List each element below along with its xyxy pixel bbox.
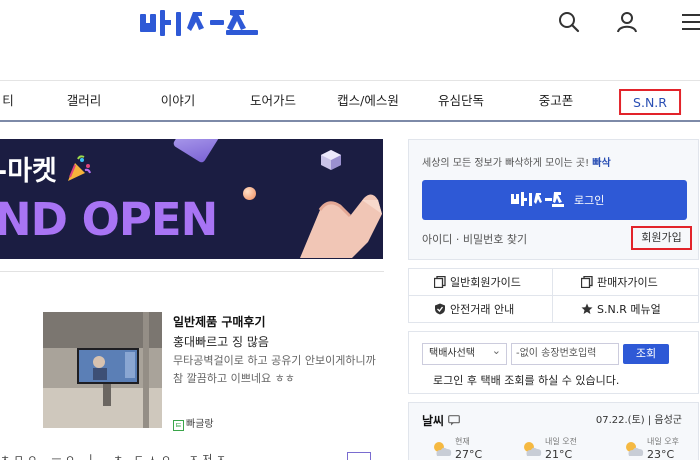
weather-tomorrow-am: 내일 오전 21°C [509, 436, 589, 460]
partly-cloudy-icon [626, 442, 644, 456]
tracking-note: 로그인 후 택배 조회를 하실 수 있습니다. [433, 374, 620, 387]
nav-item-usedphone[interactable]: 중고폰 [539, 81, 574, 121]
weather-date-location: 07.22.(토) | 음성군 [595, 415, 682, 426]
weather-title: 날씨 [422, 412, 461, 429]
review-source-name: 빠글랑 [186, 419, 214, 430]
partly-cloudy-icon [524, 442, 542, 456]
nav-item-doorguard[interactable]: 도어가드 [250, 81, 296, 121]
banner-subtitle: ND OPEN [0, 193, 218, 246]
nav-item-community[interactable]: 티 [2, 81, 14, 121]
find-account-link[interactable]: 아이디 · 비밀번호 찾기 [422, 231, 527, 247]
main-nav: 티 갤러리 이야기 도어가드 캡스/에스원 유심단독 중고폰 S.N.R [0, 80, 700, 122]
menu-icon[interactable] [680, 10, 700, 34]
weather-panel: 날씨 07.22.(토) | 음성군 현재 27°C 내일 오전 21°C 내일… [408, 402, 699, 460]
guide-seller[interactable]: 판매자가이드 [581, 269, 658, 296]
login-button-label: 로그인 [574, 194, 605, 207]
guide-safe-trade[interactable]: 안전거래 안내 [434, 296, 514, 323]
login-info-text: 세상의 모든 정보가 빠삭하게 모이는 곳! 빠삭 [422, 158, 611, 169]
section-divider [0, 271, 384, 272]
review-title[interactable]: 일반제품 구매후기 [173, 313, 266, 330]
nav-item-gallery[interactable]: 갤러리 [67, 81, 102, 121]
party-popper-icon [68, 155, 92, 181]
star-icon [581, 303, 593, 314]
courier-select[interactable]: 택배사선택 [422, 341, 507, 365]
document-copy-icon [434, 276, 446, 288]
banner-hand-illustration [292, 180, 384, 263]
tracking-number-input[interactable]: -없이 송장번호입력 [511, 343, 619, 365]
nav-item-story[interactable]: 이야기 [161, 81, 196, 121]
review-thumbnail[interactable] [43, 312, 162, 428]
cutoff-checkbox[interactable] [347, 452, 371, 460]
guide-member[interactable]: 일반회원가이드 [434, 269, 521, 296]
list-item-cutoff[interactable]: ㅊ ㅁ ㅇ... ㅡ ㅇ...ㅣ ... ㅊ...ㄷ ㅅ ㅇ ... ㅈ 저 ㅈ [0, 451, 383, 460]
banner-ball-decoration [243, 187, 256, 200]
parcel-tracking-panel: 택배사선택 -없이 송장번호입력 조회 로그인 후 택배 조회를 하실 수 있습… [408, 331, 699, 394]
user-icon[interactable] [615, 10, 639, 34]
review-subtitle[interactable]: 홍대빠르고 징 많음 [173, 333, 269, 350]
nav-item-snr[interactable]: S.N.R [619, 89, 681, 115]
login-button[interactable]: 로그인 [422, 180, 687, 220]
site-header [0, 0, 700, 80]
nav-item-caps[interactable]: 캡스/에스원 [337, 81, 399, 121]
banner-small-cube-decoration [320, 149, 342, 174]
tracking-search-button[interactable]: 조회 [623, 344, 669, 364]
source-badge-icon: ㅌ [173, 420, 184, 431]
login-panel: 세상의 모든 정보가 빠삭하게 모이는 곳! 빠삭 로그인 아이디 · 비밀번호… [408, 139, 699, 260]
guide-menu: 일반회원가이드 판매자가이드 안전거래 안내 S.N.R 메뉴얼 [408, 268, 699, 323]
banner-cube-decoration [172, 139, 222, 164]
weather-tomorrow-pm: 내일 오후 23°C [611, 436, 691, 460]
partly-cloudy-icon [434, 442, 452, 456]
weather-now: 현재 27°C [419, 436, 499, 460]
site-logo[interactable] [138, 6, 260, 38]
signup-link[interactable]: 회원가입 [631, 226, 692, 250]
nav-item-usim[interactable]: 유심단독 [438, 81, 484, 121]
speech-bubble-icon[interactable] [448, 415, 461, 426]
search-icon[interactable] [557, 10, 581, 34]
login-button-logo [510, 190, 564, 211]
banner-title: -마켓 [0, 149, 92, 188]
guide-snr-manual[interactable]: S.N.R 메뉴얼 [581, 296, 661, 323]
document-copy-icon [581, 276, 593, 288]
review-body: 무타공벽걸이로 하고 공유기 안보이게하니까 참 깔끔하고 이쁘네요 ㅎㅎ [173, 354, 376, 385]
review-source: ㅌ 빠글랑 [173, 415, 214, 431]
shield-icon [435, 303, 445, 315]
